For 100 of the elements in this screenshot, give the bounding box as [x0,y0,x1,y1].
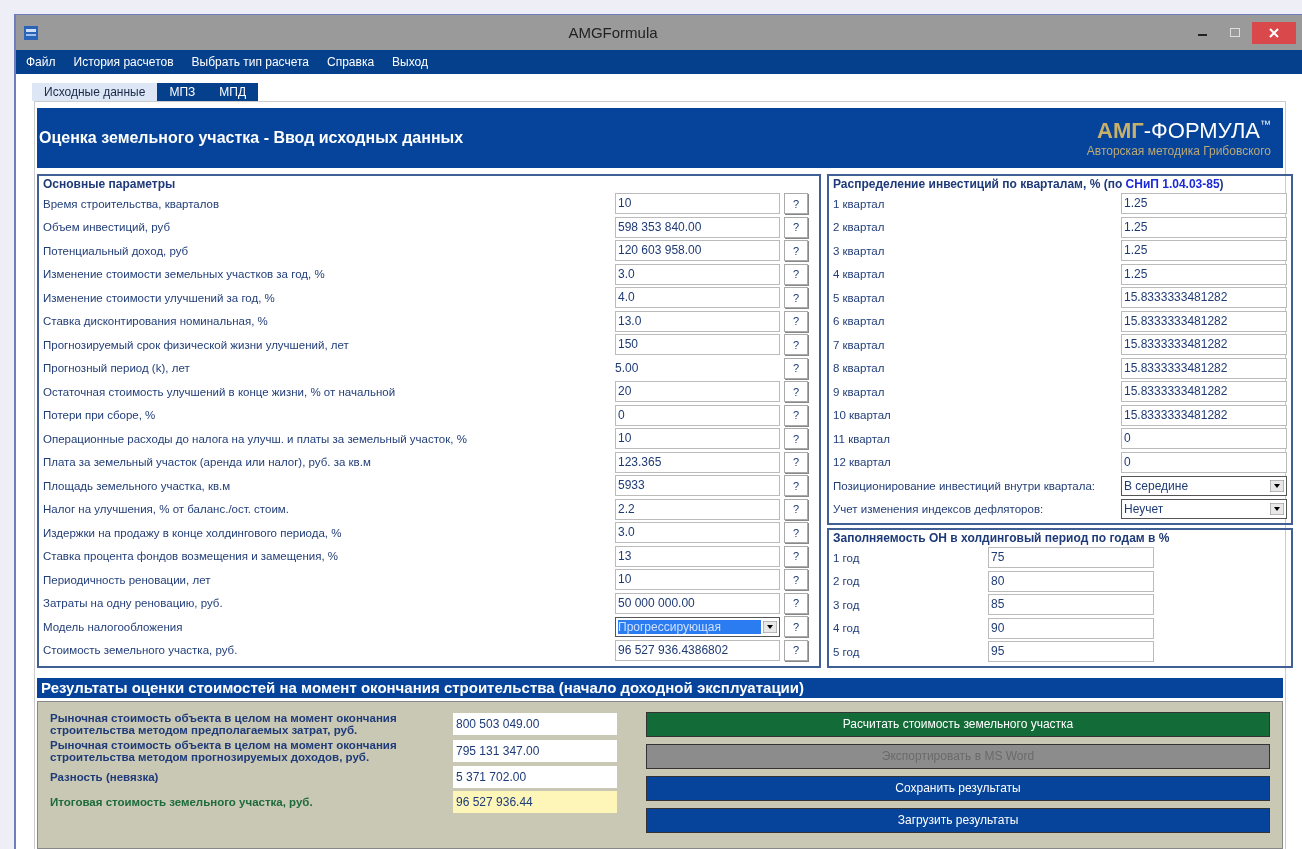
field-label: 2 квартал [833,221,886,234]
input-field[interactable]: 15.8333333481282 [1121,357,1287,379]
input-field[interactable]: 96 527 936.4386802 [615,639,780,661]
result-value: 795 131 347.00 [453,739,617,762]
input-field[interactable]: 1.25 [1121,240,1287,262]
trademark: ™ [1260,118,1271,130]
input-field[interactable]: 5933 [615,475,780,497]
input-field[interactable]: 90 [988,617,1154,639]
field-label: 4 квартал [833,268,886,281]
help-button[interactable]: ? [784,404,808,426]
input-field[interactable]: 75 [988,547,1154,569]
field-label: Потенциальный доход, руб [43,244,190,257]
input-field[interactable]: 13.0 [615,310,780,332]
input-field[interactable]: 1.25 [1121,193,1287,215]
tab[interactable]: МПЗ [157,83,208,101]
help-button[interactable]: ? [784,287,808,309]
help-button[interactable]: ? [784,475,808,497]
dropdown[interactable]: В середине [1121,475,1287,496]
menu-item[interactable]: Файл [26,55,56,69]
help-button[interactable]: ? [784,451,808,473]
input-field[interactable]: 20 [615,381,780,403]
input-field[interactable]: 0 [1121,451,1287,473]
input-field[interactable]: 15.8333333481282 [1121,334,1287,356]
field-label: Периодичность реновации, лет [43,573,212,586]
field-label: Затраты на одну реновацию, руб. [43,597,224,610]
help-button[interactable]: ? [784,428,808,450]
field-label: 6 квартал [833,315,886,328]
logo-subtitle: Авторская методика Грибовского [1086,144,1271,158]
field-label: Стоимость земельного участка, руб. [43,644,239,657]
help-button[interactable]: ? [784,616,808,638]
field-label: Изменение стоимости земельных участков за год, % [43,268,326,281]
input-field[interactable]: 10 [615,569,780,591]
input-field[interactable]: 15.8333333481282 [1121,381,1287,403]
menu-item[interactable]: История расчетов [73,55,174,69]
action-button[interactable]: Расчитать стоимость земельного участка [646,711,1270,737]
input-field[interactable]: 85 [988,594,1154,616]
field-label: Модель налогообложения [43,620,184,633]
help-button[interactable]: ? [784,216,808,238]
window-title: AMGFormula [567,24,659,41]
help-button[interactable]: ? [784,310,808,332]
dropdown[interactable]: Неучет [1121,499,1287,520]
input-field[interactable]: 3.0 [615,263,780,285]
action-button[interactable]: Сохранить результаты [646,775,1270,801]
help-button[interactable]: ? [784,334,808,356]
menu-item[interactable]: Выход [392,55,428,69]
field-label: 5 квартал [833,291,886,304]
field-label: 5 год [833,645,861,658]
field-label: Прогнозный период (k), лет [43,362,191,375]
input-field[interactable]: 10 [615,193,780,215]
field-label: 4 год [833,622,861,635]
panel-title: Основные параметры [43,176,177,192]
field-label: 3 год [833,598,861,611]
help-button[interactable]: ? [784,498,808,520]
help-button[interactable]: ? [784,569,808,591]
field-label: Остаточная стоимость улучшений в конце жизни, % от начальной [43,385,397,398]
input-field[interactable]: 50 000 000.00 [615,592,780,614]
input-field[interactable]: 1.25 [1121,263,1287,285]
input-field[interactable]: 80 [988,570,1154,592]
input-field[interactable]: 10 [615,428,780,450]
help-button[interactable]: ? [784,545,808,567]
tab[interactable]: МПД [207,83,258,101]
input-field[interactable]: 15.8333333481282 [1121,287,1287,309]
help-button[interactable]: ? [784,381,808,403]
input-field[interactable]: 598 353 840.00 [615,216,780,238]
input-field[interactable]: 4.0 [615,287,780,309]
input-field[interactable]: 3.0 [615,522,780,544]
input-field[interactable]: 0 [615,404,780,426]
input-field[interactable]: 123.365 [615,451,780,473]
field-label: Налог на улучшения, % от баланс./ост. стоим. [43,503,290,516]
help-button[interactable]: ? [784,522,808,544]
input-field[interactable]: 0 [1121,428,1287,450]
help-button[interactable]: ? [784,639,808,661]
standard-link[interactable]: СНиП 1.04.03-85 [1125,177,1220,191]
help-button[interactable]: ? [784,240,808,262]
input-field[interactable]: 13 [615,545,780,567]
help-button[interactable]: ? [784,357,808,379]
close-icon[interactable] [1252,21,1296,44]
result-value: 96 527 936.44 [453,790,617,813]
action-button[interactable]: Загрузить результаты [646,807,1270,833]
input-field[interactable]: 95 [988,641,1154,663]
tab[interactable]: Исходные данные [32,83,158,101]
input-field[interactable]: 15.8333333481282 [1121,310,1287,332]
input-field[interactable]: 2.2 [615,498,780,520]
input-field[interactable]: 120 603 958.00 [615,240,780,262]
field-label: 12 квартал [833,456,892,469]
field-label: 10 квартал [833,409,892,422]
field-label: 3 квартал [833,244,886,257]
input-field[interactable]: 1.25 [1121,216,1287,238]
field-label: 9 квартал [833,385,886,398]
help-button[interactable]: ? [784,592,808,614]
panel-title: Распределение инвестиций по кварталам, % (по СНиП 1.04.03-85) [833,176,1225,192]
input-field[interactable]: 150 [615,334,780,356]
help-button[interactable]: ? [784,193,808,215]
result-value: 800 503 049.00 [453,712,617,735]
input-field[interactable]: 15.8333333481282 [1121,404,1287,426]
help-button[interactable]: ? [784,263,808,285]
menu-item[interactable]: Справка [327,55,375,69]
menu-item[interactable]: Выбрать тип расчета [191,55,310,69]
field-label: Плата за земельный участок (аренда или налог), руб. за кв.м [43,456,372,469]
field-label: Ставка процента фондов возмещения и замещения, % [43,550,340,563]
